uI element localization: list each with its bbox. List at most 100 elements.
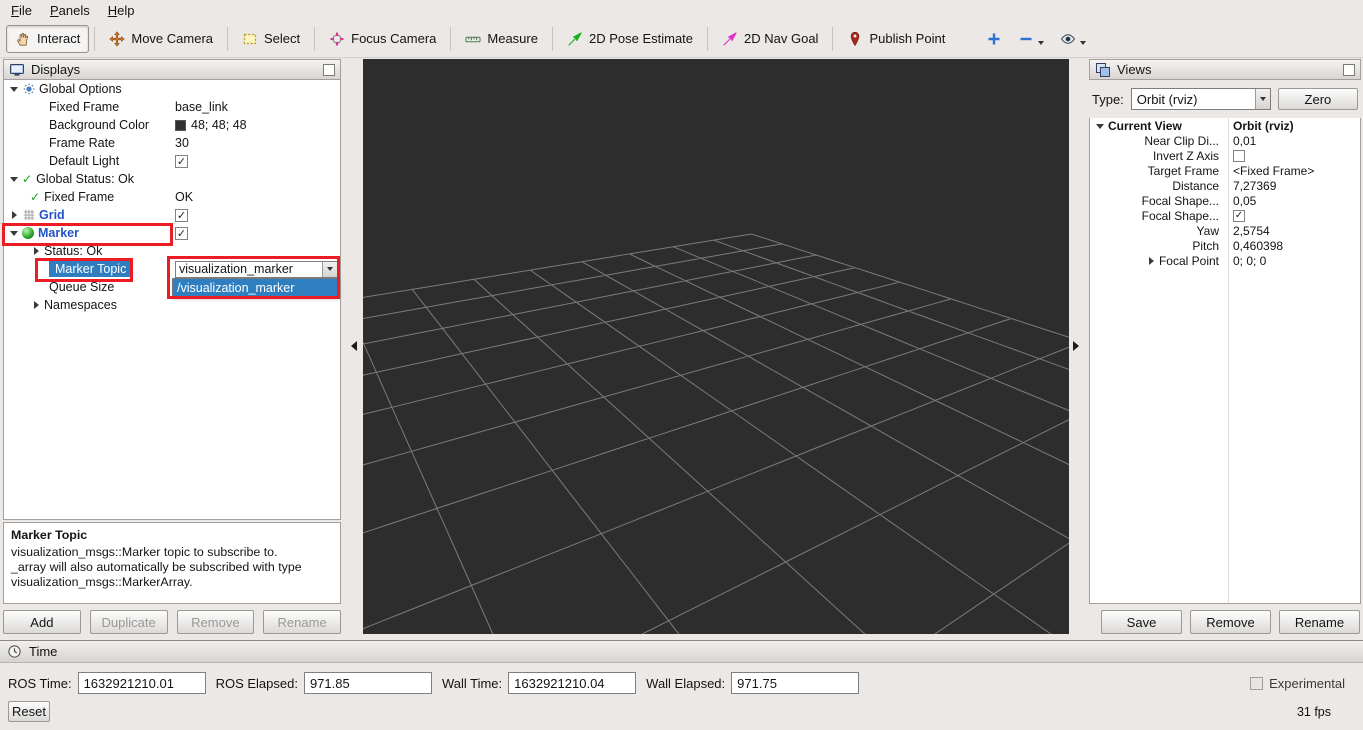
time-field-input[interactable]: 971.75 (731, 672, 859, 694)
checkbox[interactable]: ✓ (175, 155, 188, 168)
display-row-status-ok[interactable]: Status: Ok (4, 242, 340, 260)
row-label-cell: Focal Point (1090, 253, 1228, 268)
pose-arrow-icon (567, 31, 583, 47)
row-label-cell: Fixed Frame (4, 98, 172, 116)
row-value-cell: OK (172, 188, 340, 206)
add-tool-button[interactable] (980, 26, 1008, 52)
move-camera-icon (109, 31, 125, 47)
row-label-cell: Pitch (1090, 238, 1228, 253)
row-label-cell: Status: Ok (4, 242, 172, 260)
view-row-invert-z-axis-2[interactable]: Invert Z Axis (1090, 148, 1360, 163)
add-button[interactable]: Add (3, 610, 81, 634)
expander-down-icon[interactable] (1094, 120, 1106, 132)
display-row-global-options[interactable]: Global Options (4, 80, 340, 98)
tool-measure[interactable]: Measure (456, 25, 547, 53)
expander-down-icon[interactable] (8, 227, 20, 239)
row-value-cell: ✓ (1228, 208, 1360, 223)
save-button[interactable]: Save (1101, 610, 1182, 634)
tool-interact[interactable]: Interact (6, 25, 89, 53)
display-row-marker[interactable]: Marker✓ (4, 224, 340, 242)
view-row-yaw-7[interactable]: Yaw2,5754 (1090, 223, 1360, 238)
view-row-current-view-0[interactable]: Current ViewOrbit (rviz) (1090, 118, 1360, 133)
time-field-input[interactable]: 1632921210.04 (508, 672, 636, 694)
checkbox[interactable]: ✓ (1233, 210, 1245, 222)
views-float-button[interactable] (1343, 64, 1355, 76)
topic-dropdown-option[interactable]: /visualization_marker (173, 279, 337, 296)
tool-focus-camera[interactable]: Focus Camera (320, 25, 445, 53)
time-bottom-row: Reset 31 fps (0, 694, 1363, 722)
expander-right-icon[interactable] (1145, 255, 1157, 267)
time-field-input[interactable]: 971.85 (304, 672, 432, 694)
check-icon: ✓ (30, 190, 40, 204)
display-row-fixed-frame[interactable]: Fixed Framebase_link (4, 98, 340, 116)
view-row-pitch-8[interactable]: Pitch0,460398 (1090, 238, 1360, 253)
tool-label: Interact (37, 31, 80, 46)
remove-button[interactable]: Remove (1190, 610, 1271, 634)
zero-button[interactable]: Zero (1278, 88, 1358, 110)
checkbox[interactable]: ✓ (175, 209, 188, 222)
checkbox[interactable]: ✓ (175, 227, 188, 240)
view-row-distance-4[interactable]: Distance7,27369 (1090, 178, 1360, 193)
tool-2d-pose-estimate[interactable]: 2D Pose Estimate (558, 25, 702, 53)
row-label-cell: Queue Size (4, 278, 172, 296)
expander-down-icon[interactable] (8, 83, 20, 95)
row-value-cell (172, 242, 340, 260)
view-row-focal-shape-5[interactable]: Focal Shape... 0,05 (1090, 193, 1360, 208)
rviz-window: FilePanelsHelp Interact Move Camera Select… (0, 0, 1363, 730)
display-row-frame-rate[interactable]: Frame Rate30 (4, 134, 340, 152)
display-row-global-status-ok[interactable]: ✓Global Status: Ok (4, 170, 340, 188)
views-icon (1095, 62, 1111, 78)
display-row-grid[interactable]: Grid✓ (4, 206, 340, 224)
experimental-option: Experimental (1250, 676, 1345, 691)
display-row-marker-topic[interactable]: Marker Topicvisualization_marker (4, 260, 340, 278)
time-field-value: 971.75 (737, 676, 777, 691)
reset-button[interactable]: Reset (8, 701, 50, 722)
remove-tool-button[interactable] (1012, 26, 1050, 52)
rename-button[interactable]: Rename (1279, 610, 1360, 634)
menu-bar: FilePanelsHelp (0, 0, 1363, 20)
row-label: Target Frame (1148, 164, 1219, 178)
expander-right-icon[interactable] (30, 245, 42, 257)
tool-visibility-button[interactable] (1054, 26, 1092, 52)
tool-2d-nav-goal[interactable]: 2D Nav Goal (713, 25, 827, 53)
row-label-cell: Focal Shape... (1090, 193, 1228, 208)
menu-item-panels[interactable]: Panels (41, 1, 99, 20)
menu-item-file[interactable]: File (2, 1, 41, 20)
tool-move-camera[interactable]: Move Camera (100, 25, 222, 53)
view-row-near-clip-di-1[interactable]: Near Clip Di...0,01 (1090, 133, 1360, 148)
collapse-right-panel-arrow[interactable] (1073, 341, 1079, 351)
row-label-cell: Namespaces (4, 296, 172, 314)
displays-float-button[interactable] (323, 64, 335, 76)
row-label: Near Clip Di... (1144, 134, 1219, 148)
topic-combo[interactable]: visualization_marker (175, 261, 338, 278)
row-value: 0,05 (1233, 194, 1256, 208)
tool-publish-point[interactable]: Publish Point (838, 25, 954, 53)
view-row-focal-point-9[interactable]: Focal Point0; 0; 0 (1090, 253, 1360, 268)
combo-arrow-button[interactable] (1255, 89, 1270, 109)
display-row-fixed-frame[interactable]: ✓Fixed FrameOK (4, 188, 340, 206)
time-field-input[interactable]: 1632921210.01 (78, 672, 206, 694)
fps-counter: 31 fps (1297, 705, 1331, 719)
row-label-cell: Target Frame (1090, 163, 1228, 178)
display-row-namespaces[interactable]: Namespaces (4, 296, 340, 314)
expander-right-icon[interactable] (8, 209, 20, 221)
tool-label: 2D Pose Estimate (589, 31, 693, 46)
render-viewport-3d[interactable] (363, 59, 1069, 634)
expander-down-icon[interactable] (8, 173, 20, 185)
view-type-combo[interactable]: Orbit (rviz) (1131, 88, 1271, 110)
topic-dropdown-popup: /visualization_marker (172, 278, 338, 297)
nav-arrow-icon (722, 31, 738, 47)
expander-right-icon[interactable] (30, 299, 42, 311)
checkbox[interactable] (1233, 150, 1245, 162)
view-row-target-frame-3[interactable]: Target Frame<Fixed Frame> (1090, 163, 1360, 178)
display-row-default-light[interactable]: Default Light✓ (4, 152, 340, 170)
view-row-focal-shape-6[interactable]: Focal Shape...✓ (1090, 208, 1360, 223)
display-row-background-color[interactable]: Background Color48; 48; 48 (4, 116, 340, 134)
experimental-checkbox[interactable] (1250, 677, 1263, 690)
collapse-left-panel-arrow[interactable] (351, 341, 357, 351)
menu-item-help[interactable]: Help (99, 1, 144, 20)
chevron-down-icon (327, 267, 333, 271)
tool-select[interactable]: Select (233, 25, 309, 53)
combo-arrow-button[interactable] (322, 262, 337, 277)
row-value-cell: visualization_marker (172, 260, 340, 278)
